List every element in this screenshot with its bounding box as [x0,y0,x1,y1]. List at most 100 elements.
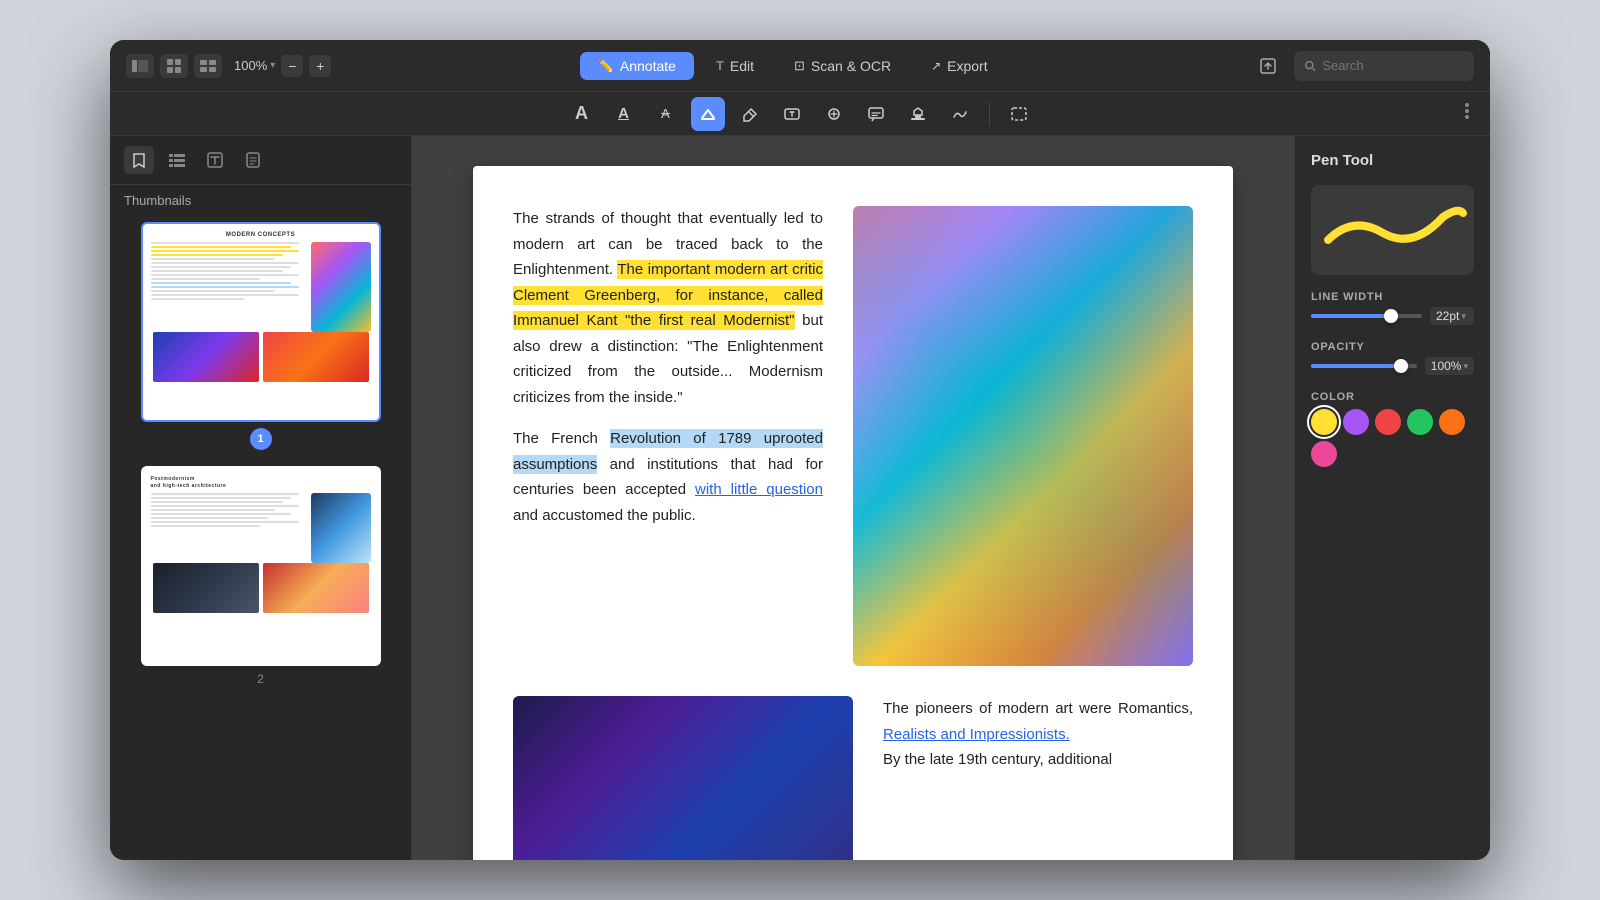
page-num-1: 1 [250,428,272,450]
opacity-slider-row: 100% ▾ [1311,357,1474,375]
panel-toggle[interactable] [1464,99,1470,128]
grid-view-btn[interactable] [160,54,188,78]
underline-blue-2: Realists and Impressionists. [883,726,1070,743]
thumb-content-1: MODERN CONCEPTS [143,224,379,420]
line-width-thumb[interactable] [1384,309,1398,323]
tool-stamp[interactable] [901,97,935,131]
zoom-in-btn[interactable]: + [309,55,331,77]
thumb-bottom-2 [151,563,371,613]
thumb-gradient3 [263,332,369,382]
sidebar-tab-page[interactable] [238,146,268,174]
tool-highlight[interactable] [691,97,725,131]
highlight-yellow-1: The important modern art critic Clement … [513,260,823,330]
tool-textbox[interactable] [775,97,809,131]
pen-preview [1311,185,1474,275]
tool-text-small[interactable]: A [649,97,683,131]
list-view-btn[interactable] [194,54,222,78]
color-swatch-purple[interactable] [1343,409,1369,435]
color-swatch-green[interactable] [1407,409,1433,435]
sidebar-tab-text[interactable] [200,146,230,174]
thumb-img-col-1 [311,242,371,332]
line-width-track[interactable] [1311,314,1422,318]
doc-text-col: The strands of thought that eventually l… [513,206,823,666]
img-gradient-main [853,206,1193,666]
pen-tool-title: Pen Tool [1311,152,1474,169]
export-icon: ↗ [931,59,941,73]
thumb-gradient2 [153,332,259,382]
line-width-fill [1311,314,1391,318]
annotate-icon: ✏️ [598,58,614,74]
view-icons [126,54,222,78]
thumb-bottom-img-1 [153,332,259,382]
line-width-value[interactable]: 22pt ▾ [1430,307,1474,325]
sidebar-label: Thumbnails [110,185,411,214]
tool-text-medium[interactable]: A [607,97,641,131]
thumbnail-page-2[interactable]: Postmodernismand high-tech architecture [124,466,397,686]
doc-bottom-text: The pioneers of modern art were Romantic… [883,696,1193,860]
thumb-bottom-1 [151,332,371,382]
doc-bottom: The pioneers of modern art were Romantic… [513,696,1193,860]
upload-btn[interactable] [1254,52,1282,80]
thumb-title-1: MODERN CONCEPTS [151,232,371,238]
thumb-text-block-1 [151,242,371,332]
nav-tabs: ✏️ Annotate T Edit ⊡ Scan & OCR ↗ Export [343,52,1242,80]
opacity-text: 100% [1431,359,1462,373]
sidebar-tab-list[interactable] [162,146,192,174]
opacity-thumb[interactable] [1394,359,1408,373]
thumb-bottom-img-2 [263,332,369,382]
thumbnail-frame-1: MODERN CONCEPTS [141,222,381,422]
line-width-text: 22pt [1436,309,1459,323]
color-row [1311,409,1474,467]
color-swatch-pink[interactable] [1311,441,1337,467]
zoom-value: 100% [234,58,267,73]
img-overlay [853,206,1193,666]
tab-scan-ocr[interactable]: ⊡ Scan & OCR [776,52,909,80]
opacity-dropdown-arrow: ▾ [1463,361,1468,372]
paragraph-1: The strands of thought that eventually l… [513,206,823,410]
toolbar-separator [989,102,990,126]
zoom-out-btn[interactable]: − [281,55,303,77]
main-content: Thumbnails MODERN CONCEPTS [110,136,1490,860]
sidebar-toggle-btn[interactable] [126,54,154,78]
thumb-img-col-2 [311,493,371,563]
opacity-section: OPACITY 100% ▾ [1311,341,1474,375]
tool-shape[interactable] [817,97,851,131]
tab-export-label: Export [947,58,987,74]
opacity-track[interactable] [1311,364,1417,368]
tab-scan-ocr-label: Scan & OCR [811,58,891,74]
paragraph-3: The pioneers of modern art were Romantic… [883,696,1193,773]
tab-export[interactable]: ↗ Export [913,52,1006,80]
color-swatch-yellow[interactable] [1311,409,1337,435]
sidebar: Thumbnails MODERN CONCEPTS [110,136,412,860]
tool-eraser[interactable] [733,97,767,131]
tab-annotate[interactable]: ✏️ Annotate [580,52,694,80]
thumb-title-2: Postmodernismand high-tech architecture [151,476,371,489]
page-num-2: 2 [257,672,264,686]
zoom-label: 100% ▾ [234,58,275,73]
search-input[interactable] [1322,58,1464,73]
color-swatch-red[interactable] [1375,409,1401,435]
doc-image-main [853,206,1193,666]
thumb-text-col-2 [151,493,307,563]
doc-area[interactable]: The strands of thought that eventually l… [412,136,1294,860]
tab-edit[interactable]: T Edit [698,52,772,80]
tool-comment[interactable] [859,97,893,131]
tool-text-large[interactable]: A [565,97,599,131]
color-section: COLOR [1311,391,1474,467]
app-window: 100% ▾ − + ✏️ Annotate T Edit ⊡ Scan & O… [110,40,1490,860]
sidebar-tab-bookmark[interactable] [124,146,154,174]
search-icon [1304,59,1316,73]
color-swatch-orange[interactable] [1439,409,1465,435]
tool-selection[interactable] [1002,97,1036,131]
pen-preview-svg [1313,195,1473,265]
edit-icon: T [716,58,724,73]
top-bar: 100% ▾ − + ✏️ Annotate T Edit ⊡ Scan & O… [110,40,1490,92]
thumbnail-page-1[interactable]: MODERN CONCEPTS [124,222,397,450]
thumbnail-container: MODERN CONCEPTS [110,214,411,860]
tool-signature[interactable] [943,97,977,131]
highlight-blue-1: Revolution of 1789 uprooted assumptions [513,429,823,474]
opacity-fill [1311,364,1401,368]
opacity-value[interactable]: 100% ▾ [1425,357,1474,375]
search-box[interactable] [1294,51,1474,81]
doc-image-col [853,206,1193,666]
